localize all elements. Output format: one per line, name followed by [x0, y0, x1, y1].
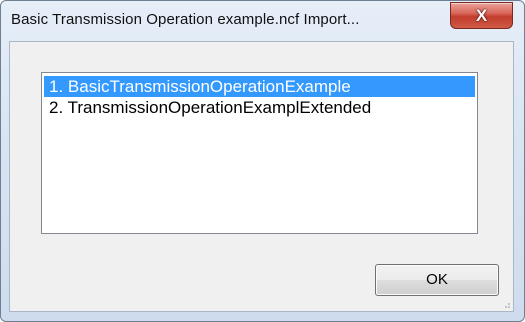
resize-grip-icon[interactable] [501, 299, 511, 309]
list-item[interactable]: 2. TransmissionOperationExamplExtended [44, 97, 475, 118]
ok-button[interactable]: OK [375, 264, 499, 296]
title-bar[interactable]: Basic Transmission Operation example.ncf… [1, 1, 524, 41]
close-icon: X [475, 6, 488, 25]
example-listbox[interactable]: 1. BasicTransmissionOperationExample 2. … [41, 72, 478, 234]
dialog-body: 1. BasicTransmissionOperationExample 2. … [9, 41, 514, 312]
list-item-label: 1. BasicTransmissionOperationExample [49, 77, 351, 96]
import-dialog: Basic Transmission Operation example.ncf… [0, 0, 525, 322]
window-title: Basic Transmission Operation example.ncf… [11, 11, 360, 28]
list-item[interactable]: 1. BasicTransmissionOperationExample [44, 76, 475, 97]
close-button[interactable]: X [450, 2, 513, 29]
list-item-label: 2. TransmissionOperationExamplExtended [49, 98, 372, 117]
